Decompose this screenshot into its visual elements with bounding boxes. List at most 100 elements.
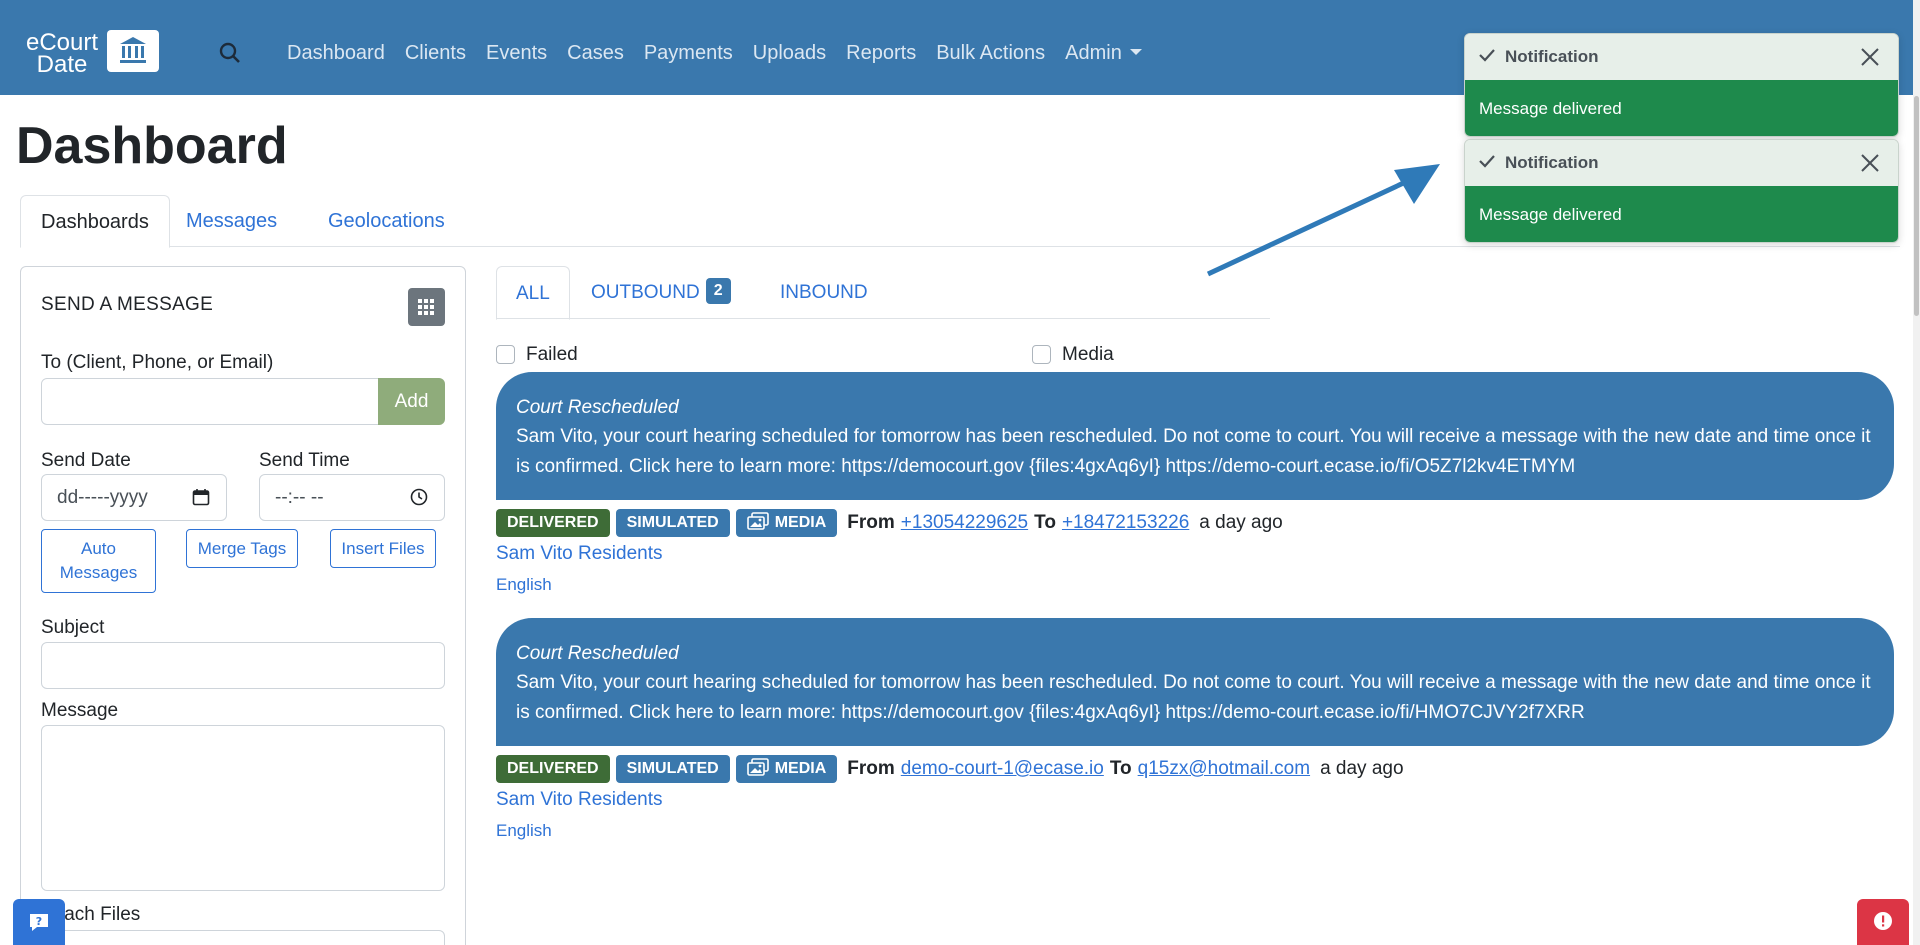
- toast-message: Message delivered: [1465, 186, 1898, 242]
- status-badge: DELIVERED: [496, 509, 610, 537]
- media-badge-label: MEDIA: [774, 514, 827, 531]
- failed-checkbox[interactable]: [496, 345, 515, 364]
- from-link[interactable]: +13054229625: [901, 512, 1028, 534]
- from-label: From: [847, 758, 895, 779]
- message-label: Message: [41, 700, 119, 721]
- tab-all[interactable]: ALL: [496, 266, 570, 320]
- message-textarea[interactable]: [41, 725, 445, 891]
- nav-uploads[interactable]: Uploads: [753, 42, 826, 65]
- tab-outbound[interactable]: OUTBOUND 2: [571, 266, 751, 319]
- annotation-arrow: [1206, 164, 1440, 277]
- media-label: Media: [1062, 344, 1114, 365]
- tab-outbound-label: OUTBOUND: [591, 282, 700, 303]
- nav-events[interactable]: Events: [486, 42, 547, 65]
- message-bubble: Court Rescheduled Sam Vito, your court h…: [496, 618, 1894, 746]
- send-time-label: Send Time: [259, 450, 350, 471]
- alert-icon: [1874, 912, 1892, 930]
- send-date-input[interactable]: dd-----yyyy: [41, 474, 227, 521]
- language-link[interactable]: English: [496, 821, 552, 841]
- message-filter-tabs: ALL OUTBOUND 2 INBOUND: [496, 266, 1270, 320]
- simulated-badge: SIMULATED: [615, 509, 730, 537]
- clock-icon[interactable]: [410, 488, 428, 506]
- to-link[interactable]: +18472153226: [1062, 512, 1189, 534]
- nav-dashboard[interactable]: Dashboard: [287, 42, 385, 65]
- media-badge: MEDIA: [735, 755, 838, 783]
- notification-toast: Notification Message delivered: [1464, 33, 1899, 137]
- nav-reports[interactable]: Reports: [846, 42, 916, 65]
- scrollbar-thumb[interactable]: [1914, 96, 1919, 316]
- media-checkbox[interactable]: [1032, 345, 1051, 364]
- message-meta: DELIVERED SIMULATED MEDIA From demo-cour…: [496, 755, 1404, 783]
- page-title: Dashboard: [16, 117, 288, 175]
- to-label: To (Client, Phone, or Email): [41, 352, 274, 373]
- images-icon: [746, 758, 769, 776]
- to-link[interactable]: q15zx@hotmail.com: [1138, 758, 1310, 780]
- close-icon[interactable]: [1860, 153, 1880, 173]
- media-badge: MEDIA: [735, 509, 838, 537]
- from-label: From: [847, 512, 895, 533]
- status-badge: DELIVERED: [496, 755, 610, 783]
- tab-geolocations[interactable]: Geolocations: [308, 195, 465, 247]
- caret-down-icon: [1129, 48, 1142, 55]
- add-recipient-button[interactable]: Add: [378, 378, 445, 425]
- card-title: SEND A MESSAGE: [41, 294, 214, 315]
- auto-messages-button[interactable]: Auto Messages: [41, 529, 156, 593]
- nav-cases[interactable]: Cases: [567, 42, 624, 65]
- message-body: Sam Vito, your court hearing scheduled f…: [516, 426, 1871, 477]
- error-alert-button[interactable]: [1857, 899, 1909, 945]
- client-link[interactable]: Sam Vito Residents: [496, 543, 663, 565]
- help-chat-button[interactable]: ?: [13, 899, 65, 945]
- nav-links: Dashboard Clients Events Cases Payments …: [287, 42, 1162, 65]
- nav-admin-dropdown[interactable]: Admin: [1065, 42, 1142, 65]
- toast-message: Message delivered: [1465, 80, 1898, 136]
- subject-input[interactable]: [41, 642, 445, 689]
- nav-bulk-actions[interactable]: Bulk Actions: [936, 42, 1045, 65]
- failed-label: Failed: [526, 344, 578, 365]
- send-time-placeholder: --:-- --: [275, 487, 324, 508]
- to-input[interactable]: [41, 378, 379, 425]
- svg-text:?: ?: [36, 915, 42, 928]
- simulated-badge: SIMULATED: [615, 755, 730, 783]
- toast-title: Notification: [1505, 153, 1599, 172]
- message-time: a day ago: [1199, 512, 1283, 533]
- to-label: To: [1109, 758, 1132, 779]
- media-badge-label: MEDIA: [774, 760, 827, 777]
- toast-title: Notification: [1505, 47, 1599, 66]
- subject-label: Subject: [41, 617, 105, 638]
- language-link[interactable]: English: [496, 575, 552, 595]
- from-link[interactable]: demo-court-1@ecase.io: [901, 758, 1104, 780]
- grid-icon[interactable]: [408, 288, 445, 326]
- close-icon[interactable]: [1860, 47, 1880, 67]
- message-time: a day ago: [1320, 758, 1404, 779]
- tab-messages[interactable]: Messages: [166, 195, 297, 247]
- images-icon: [746, 512, 769, 530]
- message-subject: Court Rescheduled: [516, 397, 679, 418]
- merge-tags-button[interactable]: Merge Tags: [186, 529, 298, 568]
- nav-admin-label: Admin: [1065, 42, 1122, 64]
- send-date-label: Send Date: [41, 450, 131, 471]
- send-message-card: SEND A MESSAGE To (Client, Phone, or Ema…: [20, 266, 466, 945]
- check-icon: [1479, 49, 1495, 62]
- client-link[interactable]: Sam Vito Residents: [496, 789, 663, 811]
- send-date-placeholder: dd-----yyyy: [57, 487, 148, 508]
- calendar-icon[interactable]: [192, 488, 210, 506]
- courthouse-icon: [107, 30, 159, 72]
- to-label: To: [1034, 512, 1056, 533]
- toast-header: Notification: [1465, 34, 1898, 80]
- nav-payments[interactable]: Payments: [644, 42, 733, 65]
- message-subject: Court Rescheduled: [516, 643, 679, 664]
- tab-dashboards[interactable]: Dashboards: [20, 195, 170, 248]
- send-time-input[interactable]: --:-- --: [259, 474, 445, 521]
- outbound-count-badge: 2: [705, 277, 731, 304]
- insert-files-button[interactable]: Insert Files: [330, 529, 436, 568]
- help-chat-icon: ?: [30, 914, 48, 931]
- search-icon[interactable]: [219, 42, 241, 64]
- tab-inbound[interactable]: INBOUND: [760, 266, 888, 319]
- logo-line2: Date: [36, 51, 88, 78]
- check-icon: [1479, 155, 1495, 168]
- nav-clients[interactable]: Clients: [405, 42, 466, 65]
- message-meta: DELIVERED SIMULATED MEDIA From +13054229…: [496, 509, 1283, 537]
- app-logo[interactable]: eCourt Date: [19, 26, 161, 78]
- file-input[interactable]: [41, 930, 445, 945]
- toast-header: Notification: [1465, 140, 1898, 186]
